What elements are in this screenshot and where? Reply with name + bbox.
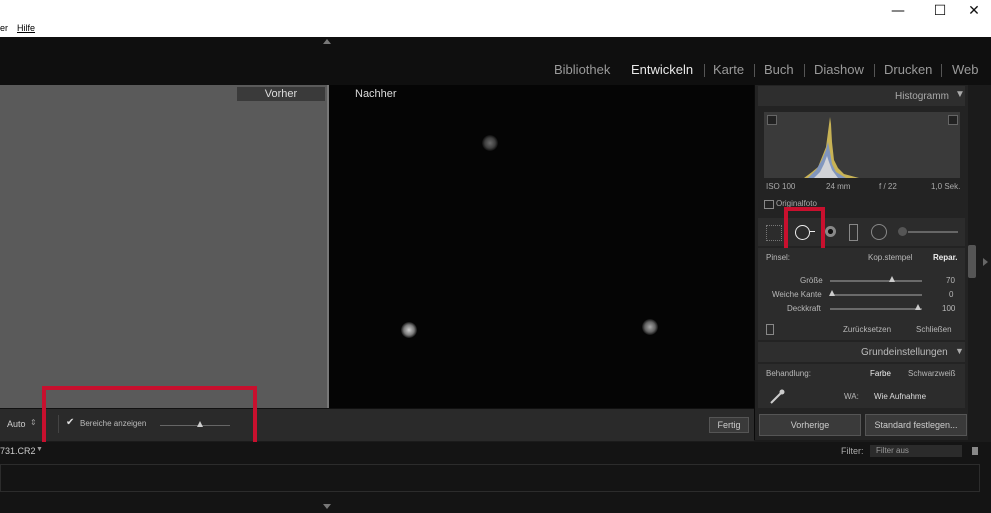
opacity-slider-thumb[interactable]	[915, 304, 921, 310]
feather-slider-thumb[interactable]	[829, 290, 835, 296]
close-button[interactable]: ✕	[951, 0, 991, 22]
module-slideshow[interactable]: Diashow	[814, 62, 864, 77]
adjustment-brush-icon[interactable]	[898, 227, 907, 236]
triangle-down-icon[interactable]: ▼	[955, 346, 964, 356]
adjustment-brush-slider	[908, 231, 958, 233]
shadow-clipping-icon[interactable]	[767, 115, 777, 125]
module-web[interactable]: Web	[952, 62, 979, 77]
title-bar: — ☐ ✕	[0, 0, 991, 22]
treatment-color-button[interactable]: Farbe	[870, 369, 891, 378]
module-separator	[754, 64, 755, 77]
basic-panel-header[interactable]: Grundeinstellungen ▼	[758, 342, 965, 362]
previous-button[interactable]: Vorherige	[759, 414, 861, 436]
menu-item-help[interactable]: Hilfe	[17, 23, 35, 33]
feather-label: Weiche Kante	[772, 290, 822, 299]
reset-button[interactable]: Zurücksetzen	[843, 325, 891, 334]
eyedropper-icon[interactable]	[768, 388, 786, 406]
filter-value: Filter aus	[876, 446, 909, 455]
triangle-down-icon[interactable]: ▼	[955, 89, 965, 100]
spot-removal-circle[interactable]	[401, 322, 417, 338]
feather-slider[interactable]	[830, 294, 922, 296]
crop-tool-icon[interactable]	[766, 225, 782, 241]
opacity-slider[interactable]	[830, 308, 922, 310]
original-photo-checkbox[interactable]	[764, 200, 774, 209]
after-view[interactable]: Nachher	[329, 85, 754, 408]
filmstrip-header: 731.CR2 ▼ Filter: Filter aus	[0, 442, 991, 460]
exif-shutter: 1,0 Sek.	[931, 182, 961, 191]
module-print[interactable]: Drucken	[884, 62, 932, 77]
treatment-bw-button[interactable]: Schwarzweiß	[908, 369, 956, 378]
basic-panel-title: Grundeinstellungen	[861, 347, 948, 358]
filmstrip[interactable]	[0, 460, 991, 513]
red-eye-icon[interactable]	[825, 226, 836, 237]
filename-label[interactable]: 731.CR2	[0, 446, 36, 456]
radial-filter-icon[interactable]	[871, 224, 887, 240]
exif-aperture: f / 22	[879, 182, 897, 191]
feather-value[interactable]: 0	[949, 290, 953, 299]
treatment-label: Behandlung:	[766, 369, 811, 378]
module-separator	[874, 64, 875, 77]
module-separator	[704, 64, 705, 77]
spot-removal-highlight	[784, 207, 825, 253]
clone-mode-button[interactable]: Kop.stempel	[868, 253, 912, 262]
module-separator	[804, 64, 805, 77]
graduated-filter-icon[interactable]	[849, 224, 858, 241]
basic-panel-body: Behandlung: Farbe Schwarzweiß WA: Wie Au…	[758, 364, 965, 408]
size-slider-thumb[interactable]	[889, 276, 895, 282]
collapse-bottom-panel-icon[interactable]	[323, 504, 331, 509]
filmstrip-thumbnails[interactable]	[0, 464, 980, 492]
switch-icon[interactable]	[766, 324, 774, 335]
minimize-button[interactable]: —	[875, 0, 921, 22]
highlight-clipping-icon[interactable]	[948, 115, 958, 125]
auto-select[interactable]: Auto	[7, 419, 26, 429]
set-default-button[interactable]: Standard festlegen...	[865, 414, 967, 436]
lock-icon[interactable]	[972, 447, 978, 455]
right-panel-scrollbar[interactable]	[968, 245, 976, 278]
spot-removal-circle[interactable]	[642, 319, 658, 335]
done-button[interactable]: Fertig	[709, 417, 749, 433]
collapse-top-panel-icon[interactable]	[323, 39, 331, 44]
size-value[interactable]: 70	[946, 276, 955, 285]
module-map[interactable]: Karte	[713, 62, 744, 77]
module-picker: Bibliothek Entwickeln Karte Buch Diashow…	[0, 37, 991, 85]
spot-removal-circle[interactable]	[482, 135, 498, 151]
module-book[interactable]: Buch	[764, 62, 794, 77]
size-slider[interactable]	[830, 280, 922, 282]
module-library[interactable]: Bibliothek	[554, 62, 610, 77]
close-panel-button[interactable]: Schließen	[916, 325, 952, 334]
exif-iso: ISO 100	[766, 182, 796, 191]
exif-focal: 24 mm	[826, 182, 851, 191]
menu-bar: er Hilfe	[0, 22, 991, 38]
spot-removal-panel: Pinsel: Kop.stempel Repar. Größe 70 Weic…	[758, 248, 965, 340]
histogram-header[interactable]: Histogramm ▼	[758, 86, 965, 106]
show-spots-highlight	[42, 386, 257, 447]
filter-label: Filter:	[841, 446, 864, 456]
heal-mode-button[interactable]: Repar.	[933, 253, 957, 262]
histogram-graph	[804, 117, 859, 178]
before-label-box: Vorher	[237, 87, 325, 101]
brush-label: Pinsel:	[766, 253, 791, 262]
opacity-value[interactable]: 100	[942, 304, 955, 313]
after-label: Nachher	[355, 88, 397, 100]
module-develop[interactable]: Entwickeln	[631, 62, 693, 77]
chevron-updown-icon[interactable]: ⇕	[30, 418, 37, 427]
chevron-down-icon[interactable]: ▼	[36, 446, 43, 453]
before-label: Vorher	[264, 88, 298, 100]
histogram-title: Histogramm	[895, 91, 949, 102]
before-view: Vorher	[0, 85, 327, 408]
histogram-chart[interactable]	[764, 112, 960, 178]
filter-select[interactable]: Filter aus	[870, 445, 962, 457]
menu-item-partial[interactable]: er	[0, 23, 8, 33]
module-separator	[941, 64, 942, 77]
collapse-right-panel-icon[interactable]	[983, 258, 988, 266]
opacity-label: Deckkraft	[787, 304, 821, 313]
size-label: Größe	[800, 276, 823, 285]
wb-label: WA:	[844, 392, 859, 401]
wb-select[interactable]: Wie Aufnahme	[874, 392, 926, 401]
